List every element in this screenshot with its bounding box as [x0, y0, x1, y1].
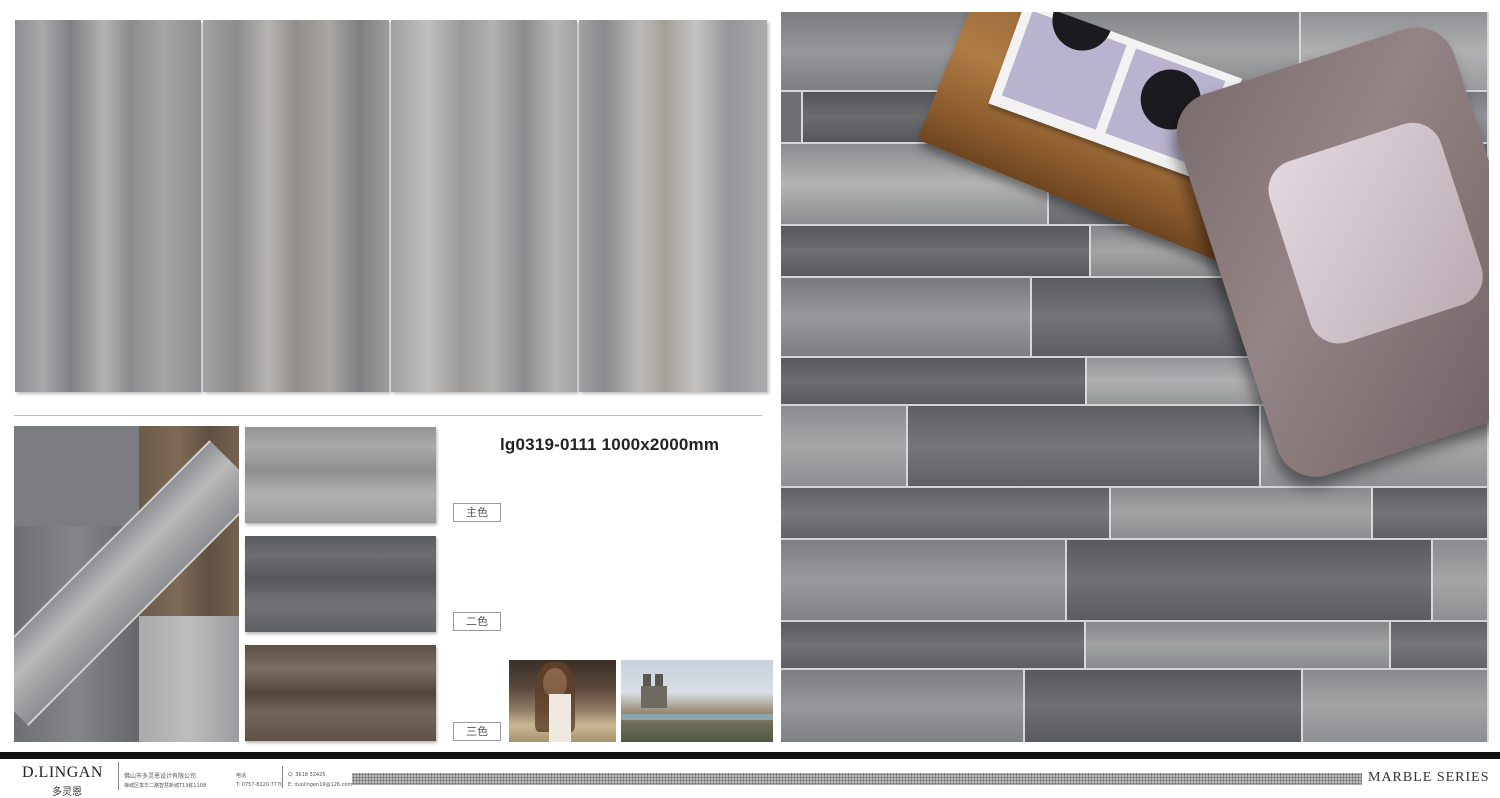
company-address: 禅城区季华二路智慧新城T13栋1108 — [124, 783, 207, 789]
email-address: E: duolingen19@126.com — [288, 782, 353, 788]
footer-separator-2 — [282, 766, 283, 788]
plank-tile-1 — [15, 20, 201, 392]
company-name: 佛山市多灵恩设计有限公司 — [124, 773, 197, 780]
footer-pattern-band — [352, 773, 1362, 785]
swatch-third-color — [245, 645, 436, 741]
phone-label: 电话 — [236, 773, 247, 779]
color-tag-main: 主色 — [453, 503, 501, 522]
inspiration-photo-city — [621, 660, 773, 742]
model-code: lg0319-0111 1000x2000mm — [500, 435, 720, 454]
color-tag-third: 三色 — [453, 722, 501, 741]
plank-tile-2 — [203, 20, 389, 392]
swatch-second-color — [245, 536, 436, 632]
divider-line — [14, 415, 762, 416]
collage-image — [14, 426, 239, 742]
plank-tile-4 — [579, 20, 767, 392]
phone-number: T: 0757-8220 7770 — [236, 782, 284, 788]
footer-bar — [0, 752, 1500, 759]
plank-tile-3 — [391, 20, 577, 392]
qq-number: Q: 3618 32425 — [288, 772, 326, 778]
brand-logo: D.LINGAN — [22, 764, 103, 781]
series-name: MARBLE SERIES — [1368, 770, 1490, 785]
color-tag-second: 二色 — [453, 612, 501, 631]
swatch-main-color — [245, 427, 436, 523]
inspiration-photo-woman — [509, 660, 616, 742]
footer-separator — [118, 762, 119, 790]
room-scene-image — [781, 12, 1489, 742]
